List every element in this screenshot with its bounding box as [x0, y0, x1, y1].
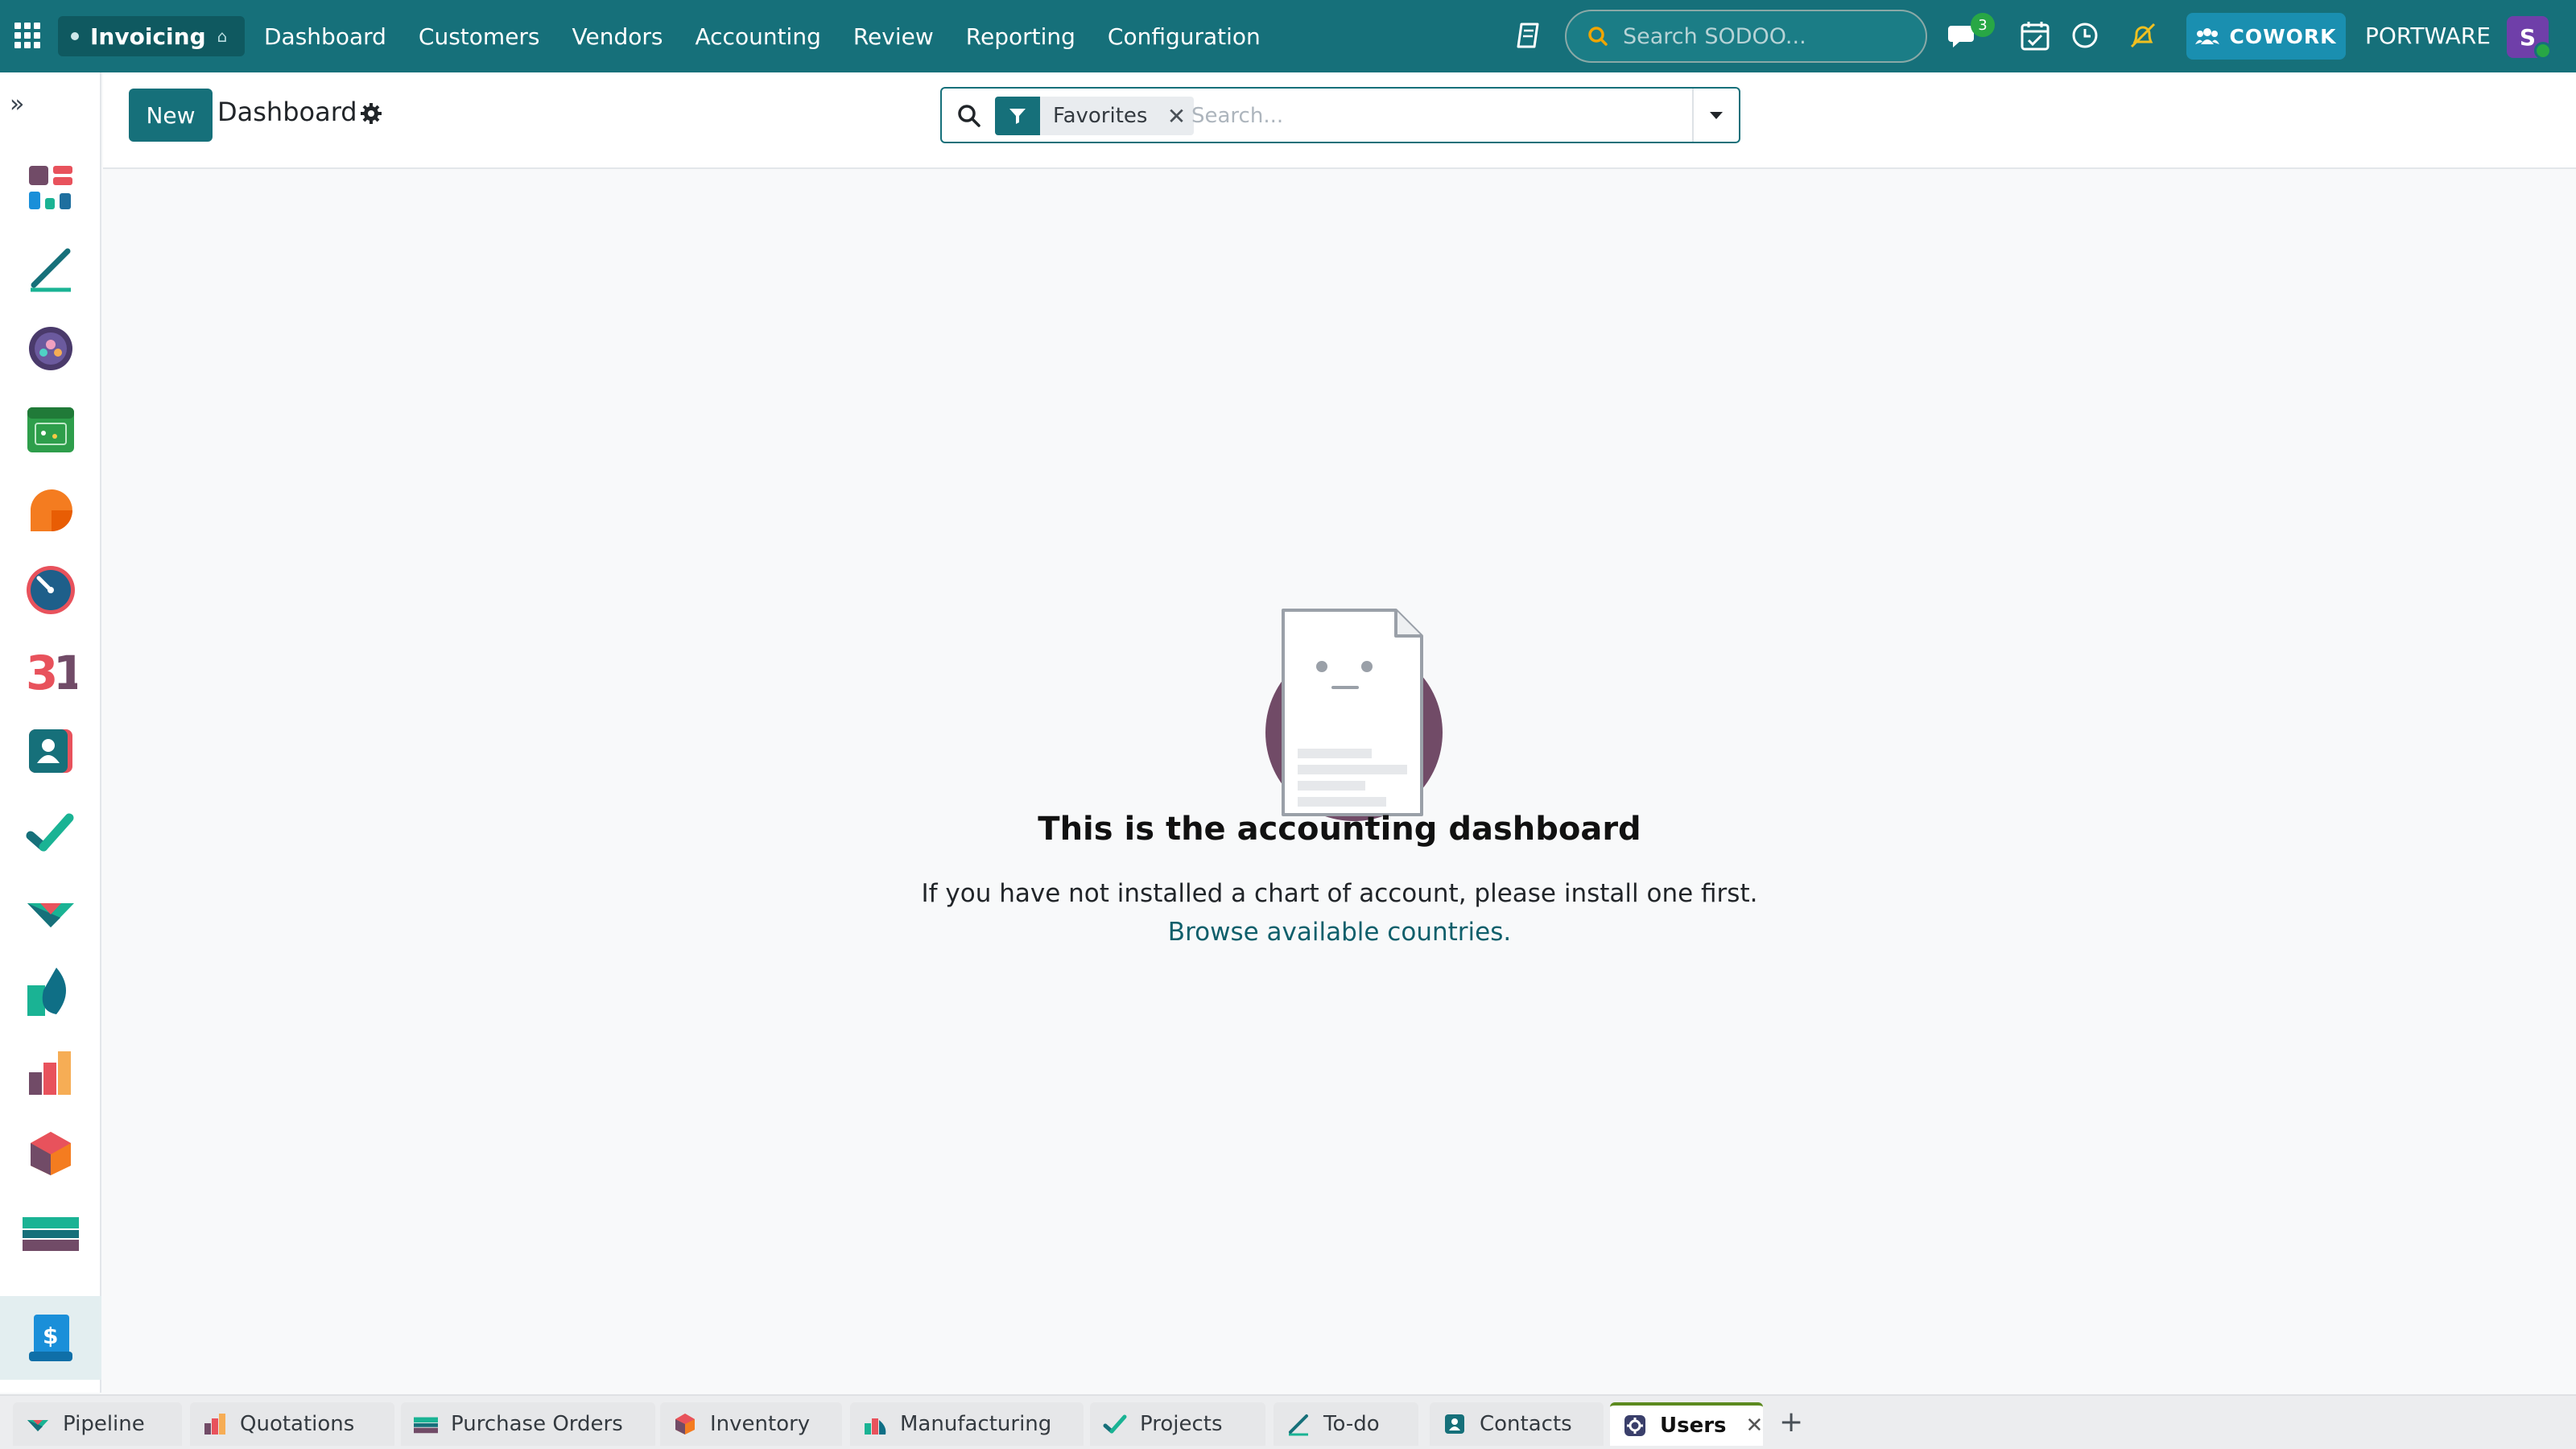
- tab-label: To-do: [1323, 1412, 1380, 1436]
- tab-label: Quotations: [240, 1412, 355, 1436]
- tab-label: Projects: [1140, 1412, 1223, 1436]
- main-menu: Dashboard Customers Vendors Accounting R…: [248, 0, 1277, 72]
- main-content: This is the accounting dashboard If you …: [103, 171, 2576, 1393]
- inventory-icon: [673, 1412, 697, 1436]
- menu-item-review[interactable]: Review: [837, 23, 950, 50]
- tab-label: Purchase Orders: [451, 1412, 623, 1436]
- cowork-button[interactable]: COWORK: [2186, 13, 2346, 60]
- tab-projects[interactable]: Projects: [1090, 1402, 1265, 1446]
- crm-icon: [26, 1412, 50, 1436]
- global-search-field[interactable]: Search SODOO...: [1565, 10, 1927, 63]
- tab-inventory[interactable]: Inventory: [660, 1402, 842, 1446]
- menu-item-vendors[interactable]: Vendors: [556, 23, 679, 50]
- add-tab-icon[interactable]: +: [1779, 1406, 1803, 1439]
- manufacturing-icon: [414, 1412, 438, 1436]
- facet-label: Favorites: [1053, 104, 1148, 128]
- control-panel: New Dashboard Favorites ✕: [103, 72, 2576, 169]
- contacts-icon: [1443, 1412, 1467, 1436]
- svg-text:1: 1: [53, 646, 77, 697]
- new-button[interactable]: New: [129, 89, 213, 142]
- tab-label: Contacts: [1480, 1412, 1572, 1436]
- activities-calendar-icon[interactable]: [2017, 18, 2053, 53]
- messages-count-badge: 3: [1971, 13, 1995, 37]
- company-name[interactable]: PORTWARE: [2365, 23, 2491, 49]
- menu-item-configuration[interactable]: Configuration: [1092, 23, 1277, 50]
- settings-icon: [1623, 1414, 1647, 1438]
- empty-document-illustration: [1265, 609, 1443, 821]
- gear-icon[interactable]: [359, 101, 383, 126]
- todo-icon[interactable]: [21, 238, 80, 298]
- empty-state-title: This is the accounting dashboard: [1038, 811, 1641, 848]
- purchase-icon: [203, 1412, 227, 1436]
- clock-icon[interactable]: [2067, 18, 2103, 53]
- search-icon: [1588, 27, 1608, 46]
- facet-remove-icon[interactable]: ✕: [1158, 97, 1194, 135]
- current-app-pill[interactable]: Invoicing ⌂: [58, 16, 246, 56]
- users-group-icon: [2195, 28, 2220, 44]
- search-input[interactable]: [1191, 97, 1658, 135]
- search-bar: Favorites ✕: [940, 87, 1740, 143]
- app-name: Invoicing: [90, 23, 206, 50]
- empty-state-description: If you have not installed a chart of acc…: [921, 879, 1758, 908]
- projects-icon: [1103, 1412, 1127, 1436]
- sale-icon: [863, 1412, 887, 1436]
- search-icon[interactable]: [956, 103, 982, 129]
- svg-text:$: $: [43, 1323, 58, 1349]
- bottom-tab-bar: Pipeline Quotations Purchase Orders Inve…: [0, 1394, 2576, 1449]
- sale-icon[interactable]: [21, 963, 80, 1022]
- menu-item-customers[interactable]: Customers: [402, 23, 556, 50]
- app-grid-icon[interactable]: [13, 21, 40, 48]
- purchase-icon[interactable]: [21, 1043, 80, 1103]
- breadcrumb: Dashboard: [217, 97, 357, 127]
- sidebar-expand-icon[interactable]: »: [10, 90, 24, 118]
- menu-item-accounting[interactable]: Accounting: [679, 23, 837, 50]
- projects-icon[interactable]: [21, 802, 80, 861]
- contacts-icon[interactable]: [21, 721, 80, 781]
- tab-todo[interactable]: To-do: [1274, 1402, 1418, 1446]
- helpdesk-icon[interactable]: [21, 480, 80, 539]
- tab-users[interactable]: Users ✕: [1610, 1402, 1763, 1446]
- caret-down-icon: [1710, 112, 1723, 119]
- online-status-dot: [2534, 42, 2552, 60]
- home-icon[interactable]: ⌂: [217, 27, 228, 46]
- tab-quotations[interactable]: Quotations: [190, 1402, 394, 1446]
- invoicing-icon[interactable]: $: [0, 1296, 101, 1380]
- tab-manufacturing[interactable]: Manufacturing: [850, 1402, 1084, 1446]
- filter-funnel-icon: [995, 97, 1040, 135]
- crm-icon[interactable]: [21, 882, 80, 942]
- browse-countries-link[interactable]: Browse available countries.: [103, 918, 2576, 947]
- top-navbar: Invoicing ⌂ Dashboard Customers Vendors …: [0, 0, 2576, 72]
- menu-item-reporting[interactable]: Reporting: [950, 23, 1092, 50]
- dashboards-icon[interactable]: [21, 158, 80, 217]
- app-sidebar: » 3 1 $: [0, 72, 101, 1393]
- tab-pipeline[interactable]: Pipeline: [13, 1402, 182, 1446]
- tab-label: Users: [1660, 1414, 1727, 1438]
- search-options-toggle[interactable]: [1692, 89, 1739, 142]
- inventory-icon[interactable]: [21, 1124, 80, 1183]
- tab-label: Inventory: [710, 1412, 811, 1436]
- calendar-31-icon[interactable]: 3 1: [21, 641, 80, 700]
- cowork-label: COWORK: [2229, 24, 2337, 48]
- close-tab-icon[interactable]: ✕: [1746, 1414, 1764, 1438]
- discuss-icon[interactable]: [21, 319, 80, 378]
- tab-label: Pipeline: [63, 1412, 145, 1436]
- timesheets-icon[interactable]: [21, 560, 80, 620]
- calendar-icon[interactable]: [21, 399, 80, 459]
- global-search-placeholder: Search SODOO...: [1623, 23, 1806, 49]
- favorites-facet: Favorites ✕: [995, 97, 1195, 135]
- app-dot-icon: [71, 32, 79, 40]
- notifications-muted-icon[interactable]: [2125, 18, 2161, 53]
- tab-label: Manufacturing: [900, 1412, 1052, 1436]
- tab-purchase-orders[interactable]: Purchase Orders: [401, 1402, 655, 1446]
- tab-contacts[interactable]: Contacts: [1430, 1402, 1604, 1446]
- todo-icon: [1286, 1412, 1311, 1436]
- knowledge-book-icon[interactable]: [1513, 19, 1546, 52]
- manufacturing-icon[interactable]: [21, 1204, 80, 1264]
- menu-item-dashboard[interactable]: Dashboard: [248, 23, 402, 50]
